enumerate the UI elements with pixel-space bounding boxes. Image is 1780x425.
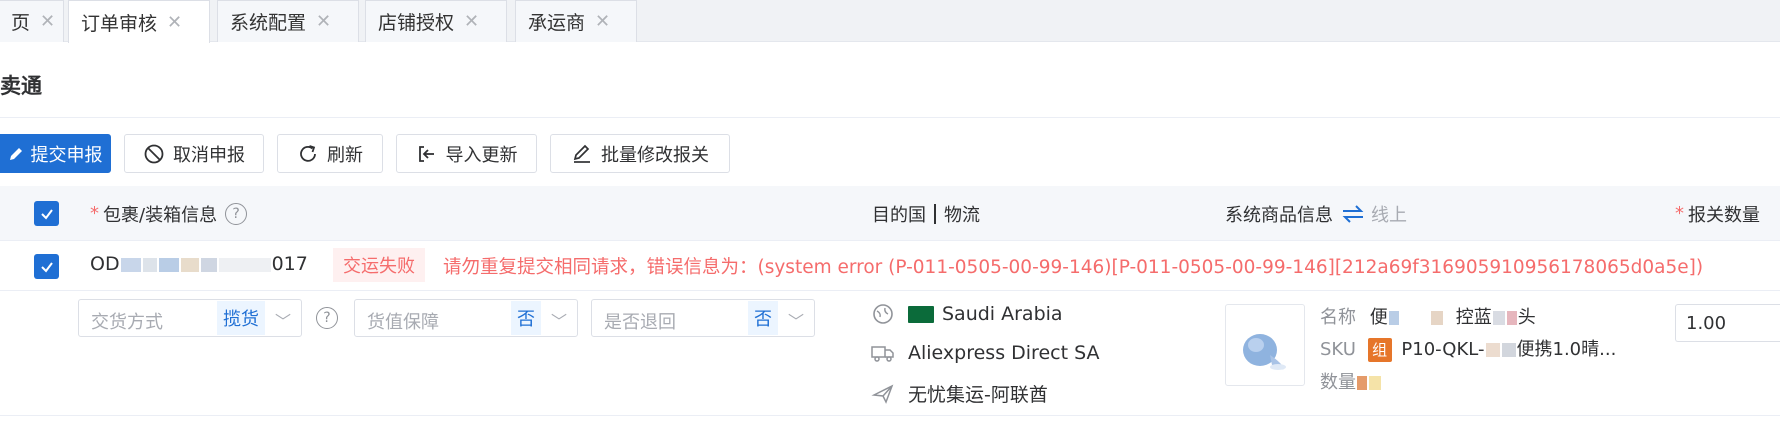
plane-icon: [870, 381, 896, 407]
chevron-down-icon: ﹀: [275, 312, 292, 331]
header-package-info: * 包裹/装箱信息 ?: [90, 186, 248, 241]
help-icon[interactable]: ?: [225, 202, 248, 225]
close-icon[interactable]: ✕: [316, 11, 331, 32]
order-id: OD 017: [90, 253, 308, 275]
button-label: 刷新: [327, 144, 363, 166]
close-icon[interactable]: ✕: [40, 11, 55, 32]
product-quantity: 数量: [1320, 368, 1382, 394]
value-guarantee-select[interactable]: 货值保障 否 ﹀: [354, 299, 578, 337]
close-icon[interactable]: ✕: [464, 11, 479, 32]
tab-label: 订单审核: [81, 12, 158, 35]
swap-icon[interactable]: [1341, 204, 1365, 224]
product-sku: SKU 组 P10-QKL- 便携1.0晴...: [1320, 338, 1617, 362]
destination-country: Saudi Arabia: [870, 301, 1063, 327]
selected-value: 揽货: [217, 301, 265, 335]
divider: [0, 117, 1780, 118]
tab-system-config[interactable]: 系统配置 ✕: [217, 0, 359, 42]
submit-declaration-button[interactable]: 提交申报: [0, 134, 111, 173]
refresh-icon: [297, 143, 319, 165]
header-destination-logistics: 目的国 物流: [872, 203, 980, 226]
product-image: [1225, 304, 1305, 386]
product-name: 名称 便控蓝头: [1320, 307, 1536, 328]
cancel-declaration-button[interactable]: 取消申报: [124, 134, 264, 173]
page-title: 卖通: [0, 74, 42, 98]
divider: [0, 415, 1780, 416]
ban-icon: [143, 143, 165, 165]
import-icon: [416, 143, 438, 165]
globe-icon: [870, 301, 896, 327]
close-icon[interactable]: ✕: [595, 11, 610, 32]
button-label: 取消申报: [173, 144, 245, 166]
header-product-info: 系统商品信息 线上: [1225, 204, 1407, 226]
truck-icon: [870, 340, 896, 366]
tab-order-review[interactable]: 订单审核 ✕: [68, 0, 210, 43]
close-icon[interactable]: ✕: [167, 12, 182, 33]
tab-shop-auth[interactable]: 店铺授权 ✕: [365, 0, 507, 42]
declare-qty-input[interactable]: 1.00: [1675, 304, 1780, 342]
error-message: 请勿重复提交相同请求，错误信息为：(system error (P-011-05…: [443, 257, 1704, 278]
table-header: * 包裹/装箱信息 ? 目的国 物流 系统商品信息 线上 * 报关数量: [0, 186, 1780, 241]
status-badge: 交运失败: [333, 248, 425, 282]
saudi-flag-icon: [908, 305, 934, 323]
import-update-button[interactable]: 导入更新: [396, 134, 537, 173]
button-label: 批量修改报关: [601, 144, 709, 166]
edit-icon: [5, 143, 27, 165]
batch-edit-customs-button[interactable]: 批量修改报关: [550, 134, 730, 173]
tab-label: 页: [11, 12, 31, 34]
order-row: OD 017 交运失败 请勿重复提交相同请求，错误信息为：(system erro…: [0, 241, 1780, 291]
tab-label: 承运商: [528, 12, 586, 34]
tab-label: 系统配置: [230, 12, 307, 34]
combo-tag: 组: [1367, 338, 1392, 362]
button-label: 提交申报: [30, 144, 103, 166]
tab-home[interactable]: 页 ✕: [0, 0, 64, 42]
tab-carrier[interactable]: 承运商 ✕: [515, 0, 637, 42]
delivery-method-select[interactable]: 交货方式 揽货 ﹀: [78, 299, 302, 337]
carrier-name: Aliexpress Direct SA: [870, 340, 1099, 366]
tab-bar: 页 ✕ 订单审核 ✕ 系统配置 ✕ 店铺授权 ✕ 承运商 ✕: [0, 0, 1780, 43]
select-all-checkbox[interactable]: [34, 201, 59, 226]
chevron-down-icon: ﹀: [551, 312, 568, 331]
header-declare-qty: * 报关数量: [1675, 203, 1760, 226]
row-checkbox[interactable]: [34, 254, 59, 279]
return-option-select[interactable]: 是否退回 否 ﹀: [591, 299, 815, 337]
pencil-icon: [571, 143, 593, 165]
selected-value: 否: [748, 301, 778, 335]
refresh-button[interactable]: 刷新: [277, 134, 383, 173]
button-label: 导入更新: [445, 144, 518, 166]
separator: [934, 203, 936, 224]
tab-label: 店铺授权: [378, 12, 455, 34]
chevron-down-icon: ﹀: [788, 312, 805, 331]
help-icon[interactable]: ?: [316, 307, 338, 329]
selected-value: 否: [511, 301, 541, 335]
shipping-channel: 无忧集运-阿联酋: [870, 380, 1048, 407]
